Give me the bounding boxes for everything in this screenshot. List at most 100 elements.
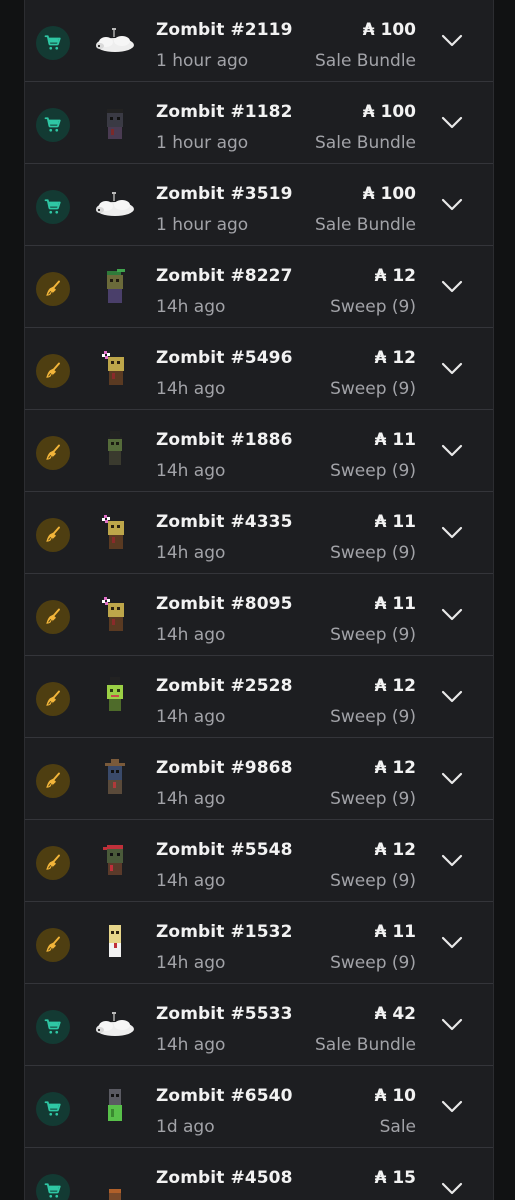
activity-time: 1d ago — [156, 1117, 215, 1137]
nft-thumbnail — [91, 99, 139, 147]
activity-row[interactable]: Zombit #6540 1d ago ₳ 10 Sale — [25, 1066, 493, 1148]
broom-icon — [46, 608, 60, 624]
activity-type-label: Sale Bundle — [315, 1035, 416, 1055]
chevron-down-icon[interactable] — [441, 1182, 463, 1196]
chevron-down-icon[interactable] — [441, 1018, 463, 1032]
activity-time: 1 hour ago — [156, 51, 249, 71]
nft-thumbnail — [91, 1165, 139, 1200]
chevron-down-icon[interactable] — [441, 280, 463, 294]
activity-type-badge — [36, 518, 70, 552]
activity-time: 14h ago — [156, 1035, 226, 1055]
activity-time: 14h ago — [156, 461, 226, 481]
activity-row[interactable]: Zombit #5533 14h ago ₳ 42 Sale Bundle — [25, 984, 493, 1066]
activity-row[interactable]: Zombit #1532 14h ago ₳ 11 Sweep (9) — [25, 902, 493, 984]
activity-row[interactable]: Zombit #5496 14h ago ₳ 12 Sweep (9) — [25, 328, 493, 410]
activity-row[interactable]: Zombit #2528 14h ago ₳ 12 Sweep (9) — [25, 656, 493, 738]
activity-row[interactable]: Zombit #1886 14h ago ₳ 11 Sweep (9) — [25, 410, 493, 492]
cart-icon — [44, 1019, 61, 1034]
activity-type-badge — [36, 600, 70, 634]
nft-name[interactable]: Zombit #5548 — [156, 840, 293, 860]
activity-type-badge — [36, 436, 70, 470]
nft-name[interactable]: Zombit #8227 — [156, 266, 293, 286]
activity-type-badge — [36, 354, 70, 388]
activity-price: ₳ 100 — [362, 102, 416, 122]
nft-name[interactable]: Zombit #5533 — [156, 1004, 293, 1024]
activity-time: 14h ago — [156, 707, 226, 727]
activity-row[interactable]: Zombit #2119 1 hour ago ₳ 100 Sale Bundl… — [25, 0, 493, 82]
cart-icon — [44, 199, 61, 214]
chevron-down-icon[interactable] — [441, 772, 463, 786]
broom-icon — [46, 526, 60, 542]
nft-name[interactable]: Zombit #1532 — [156, 922, 293, 942]
activity-time: 14h ago — [156, 953, 226, 973]
chevron-down-icon[interactable] — [441, 362, 463, 376]
activity-price: ₳ 11 — [374, 594, 416, 614]
nft-thumbnail — [91, 509, 139, 557]
activity-type-badge — [36, 764, 70, 798]
chevron-down-icon[interactable] — [441, 854, 463, 868]
activity-price: ₳ 12 — [374, 676, 416, 696]
chevron-down-icon[interactable] — [441, 690, 463, 704]
activity-row[interactable]: Zombit #3519 1 hour ago ₳ 100 Sale Bundl… — [25, 164, 493, 246]
activity-type-label: Sweep (9) — [330, 543, 416, 563]
cart-icon — [44, 1101, 61, 1116]
nft-thumbnail — [91, 181, 139, 229]
nft-thumbnail — [91, 17, 139, 65]
chevron-down-icon[interactable] — [441, 936, 463, 950]
cart-icon — [44, 1183, 61, 1198]
activity-type-badge — [36, 1010, 70, 1044]
nft-name[interactable]: Zombit #2119 — [156, 20, 293, 40]
activity-list: Zombit #2119 1 hour ago ₳ 100 Sale Bundl… — [24, 0, 494, 1200]
broom-icon — [46, 854, 60, 870]
chevron-down-icon[interactable] — [441, 1100, 463, 1114]
cart-icon — [44, 35, 61, 50]
activity-row[interactable]: Zombit #4508 ₳ 15 — [25, 1148, 493, 1200]
broom-icon — [46, 690, 60, 706]
activity-type-badge — [36, 190, 70, 224]
activity-time: 14h ago — [156, 379, 226, 399]
activity-row[interactable]: Zombit #8227 14h ago ₳ 12 Sweep (9) — [25, 246, 493, 328]
activity-type-label: Sale Bundle — [315, 51, 416, 71]
activity-price: ₳ 10 — [374, 1086, 416, 1106]
activity-row[interactable]: Zombit #9868 14h ago ₳ 12 Sweep (9) — [25, 738, 493, 820]
chevron-down-icon[interactable] — [441, 526, 463, 540]
activity-price: ₳ 11 — [374, 430, 416, 450]
activity-row[interactable]: Zombit #4335 14h ago ₳ 11 Sweep (9) — [25, 492, 493, 574]
activity-type-badge — [36, 846, 70, 880]
nft-name[interactable]: Zombit #5496 — [156, 348, 293, 368]
chevron-down-icon[interactable] — [441, 198, 463, 212]
nft-thumbnail — [91, 1001, 139, 1049]
activity-type-label: Sweep (9) — [330, 789, 416, 809]
nft-name[interactable]: Zombit #1182 — [156, 102, 293, 122]
activity-time: 1 hour ago — [156, 215, 249, 235]
broom-icon — [46, 362, 60, 378]
nft-thumbnail — [91, 837, 139, 885]
broom-icon — [46, 936, 60, 952]
chevron-down-icon[interactable] — [441, 444, 463, 458]
chevron-down-icon[interactable] — [441, 608, 463, 622]
chevron-down-icon[interactable] — [441, 34, 463, 48]
activity-row[interactable]: Zombit #1182 1 hour ago ₳ 100 Sale Bundl… — [25, 82, 493, 164]
activity-row[interactable]: Zombit #5548 14h ago ₳ 12 Sweep (9) — [25, 820, 493, 902]
activity-type-badge — [36, 682, 70, 716]
nft-name[interactable]: Zombit #8095 — [156, 594, 293, 614]
nft-name[interactable]: Zombit #2528 — [156, 676, 293, 696]
nft-thumbnail — [91, 591, 139, 639]
nft-thumbnail — [91, 673, 139, 721]
nft-name[interactable]: Zombit #9868 — [156, 758, 293, 778]
activity-price: ₳ 12 — [374, 266, 416, 286]
activity-time: 1 hour ago — [156, 133, 249, 153]
activity-row[interactable]: Zombit #8095 14h ago ₳ 11 Sweep (9) — [25, 574, 493, 656]
broom-icon — [46, 280, 60, 296]
nft-name[interactable]: Zombit #4508 — [156, 1168, 293, 1188]
activity-price: ₳ 100 — [362, 20, 416, 40]
nft-name[interactable]: Zombit #3519 — [156, 184, 293, 204]
nft-name[interactable]: Zombit #6540 — [156, 1086, 293, 1106]
nft-name[interactable]: Zombit #1886 — [156, 430, 293, 450]
activity-type-badge — [36, 928, 70, 962]
cart-icon — [44, 117, 61, 132]
activity-time: 14h ago — [156, 543, 226, 563]
activity-price: ₳ 12 — [374, 348, 416, 368]
nft-name[interactable]: Zombit #4335 — [156, 512, 293, 532]
chevron-down-icon[interactable] — [441, 116, 463, 130]
